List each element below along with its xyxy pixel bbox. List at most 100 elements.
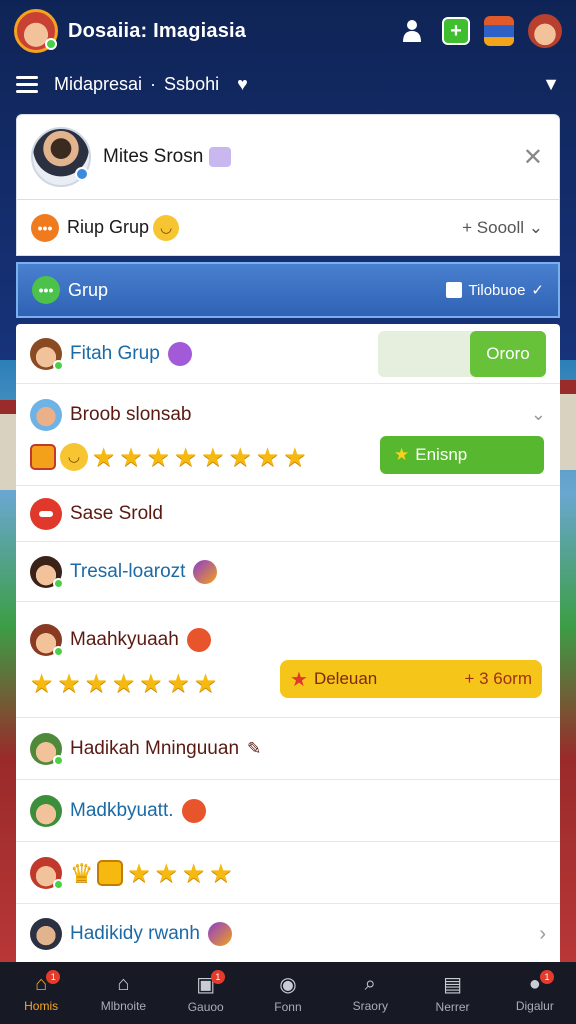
chest-icon xyxy=(30,443,56,470)
breadcrumb-separator: · xyxy=(150,73,157,94)
verified-icon xyxy=(75,167,89,181)
star-icon: ★ xyxy=(84,667,108,698)
person-icon[interactable] xyxy=(396,15,428,47)
dropdown-triangle-icon[interactable]: ▼ xyxy=(542,74,560,95)
face-avatar-icon[interactable] xyxy=(528,14,562,48)
chevron-down-icon[interactable]: ⌄ xyxy=(531,404,546,425)
avatar xyxy=(30,732,64,766)
list-item-name-text: Hadikidy rwanh xyxy=(70,923,200,944)
star-icon: ★ xyxy=(111,667,136,698)
add-icon[interactable]: + xyxy=(442,17,470,45)
avatar xyxy=(30,497,62,530)
list-item[interactable]: ♛ ★ ★ ★ ★ xyxy=(16,842,560,904)
group-row-label: Riup Grup ◡ xyxy=(67,214,462,241)
online-dot xyxy=(53,359,64,371)
star-icon: ★ xyxy=(228,441,252,472)
star-icon: ★ xyxy=(146,441,170,472)
group-bar-action[interactable]: Tilobuoe ✓ xyxy=(446,281,544,299)
group-row-action[interactable]: + Soooll ⌄ xyxy=(462,218,543,238)
enter-button-label: Enisnp xyxy=(415,445,468,464)
tab-mlbnoite[interactable]: ⌂ Mlbnoite xyxy=(82,962,164,1024)
enter-button[interactable]: ★ Enisnp xyxy=(380,436,544,474)
list-item[interactable]: Broob slonsab ⌄ ◡ ★ ★ ★ ★ ★ ★ ★ ★ ★ Enis… xyxy=(16,384,560,486)
tab-label: Sraory xyxy=(352,999,388,1013)
edit-icon xyxy=(446,282,463,298)
more-green-icon: ••• xyxy=(32,276,60,304)
star-outline-icon: ★ xyxy=(290,668,308,691)
profile-name-text: Mites Srosn xyxy=(103,146,204,167)
chevron-right-icon[interactable]: › xyxy=(539,923,546,946)
star-icon: ★ xyxy=(173,441,198,472)
menu-icon[interactable] xyxy=(16,75,38,93)
avatar xyxy=(30,337,64,371)
tab-box[interactable]: ▤ Nerrer xyxy=(411,962,493,1024)
tab-label: Nerrer xyxy=(435,1000,470,1014)
delete-button-value: + 3 6orm xyxy=(464,669,532,688)
tab-game[interactable]: ▣ Gauoo 1 xyxy=(165,962,247,1024)
profile-name: Mites Srosn xyxy=(103,146,523,168)
list-item[interactable]: Tresal-loarozt xyxy=(16,542,560,602)
group-row[interactable]: ••• Riup Grup ◡ + Soooll ⌄ xyxy=(16,200,560,256)
list-item-name: Hadikah Mninguuan ✎ xyxy=(70,738,546,760)
sword-badge-icon xyxy=(207,922,232,946)
star-icon: ★ xyxy=(139,667,163,698)
list-item[interactable]: Fitah Grup Ororo xyxy=(16,324,560,384)
group-bar-label: Grup xyxy=(68,279,109,300)
star-icon: ★ xyxy=(57,667,81,698)
tab-home[interactable]: ⌂ Homis 1 xyxy=(0,962,82,1024)
tab-camera[interactable]: ◉ Fonn xyxy=(247,962,329,1024)
list-item-name-text: Maahkyuaah xyxy=(70,628,179,650)
star-icon: ★ xyxy=(127,857,151,888)
profile-card[interactable]: Mites Srosn ✕ xyxy=(16,114,560,200)
nav-bar: Midapresai · Ssbohi ♥ ▼ xyxy=(0,62,576,106)
list-item[interactable]: Hadikidy rwanh › xyxy=(16,904,560,964)
tab-label: Digalur xyxy=(515,999,554,1013)
list-item-name: Hadikidy rwanh xyxy=(70,922,539,946)
tab-label: Homis xyxy=(24,999,59,1013)
tab-label: Mlbnoite xyxy=(100,999,147,1013)
star-rating: ♛ ★ ★ ★ ★ xyxy=(70,857,233,888)
avatar[interactable] xyxy=(14,9,58,53)
list-item-name: Fitah Grup xyxy=(70,341,378,366)
list-item-name: Broob slonsab xyxy=(70,403,192,425)
online-dot xyxy=(53,878,64,890)
shield-badge-icon xyxy=(186,627,211,652)
list-item[interactable]: Hadikah Mninguuan ✎ xyxy=(16,718,560,780)
close-icon[interactable]: ✕ xyxy=(523,143,543,172)
list-item-name-text: Tresal-loarozt xyxy=(70,560,186,582)
box-icon: ▤ xyxy=(443,974,462,996)
purple-badge-icon xyxy=(167,341,192,366)
avatar xyxy=(30,794,62,827)
group-bar-action-text: Tilobuoe xyxy=(468,281,526,299)
toggle-switch[interactable]: Ororo xyxy=(378,330,546,377)
star-rating: ◡ ★ ★ ★ ★ ★ ★ ★ ★ xyxy=(30,441,307,472)
top-bar: Dosaiia: Imagiasia + xyxy=(0,0,576,62)
pen-icon: ✎ xyxy=(247,738,262,758)
star-icon: ★ xyxy=(201,441,225,472)
list-item[interactable]: Madkbyuatt. xyxy=(16,780,560,842)
tab-search[interactable]: ⌕ Sraory xyxy=(329,962,411,1024)
robot-avatar-icon[interactable] xyxy=(484,16,514,46)
heart-icon[interactable]: ♥ xyxy=(237,74,248,95)
avatar xyxy=(30,856,64,890)
profile-photo xyxy=(31,127,91,187)
bottom-nav: ⌂ Homis 1 ⌂ Mlbnoite ▣ Gauoo 1 ◉ Fonn ⌕ … xyxy=(0,962,576,1024)
delete-button[interactable]: ★ Deleuan + 3 6orm xyxy=(280,660,542,698)
online-dot xyxy=(53,645,64,657)
online-dot xyxy=(53,577,64,589)
list-item[interactable]: Maahkyuaah ★ ★ ★ ★ ★ ★ ★ ★ Deleuan + 3 6… xyxy=(16,602,560,718)
delete-button-label: Deleuan xyxy=(313,669,378,688)
toggle-knob: Ororo xyxy=(470,330,546,377)
group-bar[interactable]: ••• Grup Tilobuoe ✓ xyxy=(16,262,560,318)
breadcrumb-item-2[interactable]: Ssbohi xyxy=(164,74,219,95)
breadcrumb-item-1[interactable]: Midapresai xyxy=(54,74,142,95)
star-icon: ★ xyxy=(119,441,143,472)
camera-icon: ◉ xyxy=(279,974,297,996)
list-item[interactable]: Sase Srold xyxy=(16,486,560,542)
shield-badge-icon xyxy=(181,798,206,823)
star-icon: ★ xyxy=(166,667,190,698)
tab-user[interactable]: ● Digalur 1 xyxy=(494,962,576,1024)
tab-label: Gauoo xyxy=(187,1000,224,1014)
list-item-name-text: Fitah Grup xyxy=(70,342,160,364)
star-icon: ★ xyxy=(209,857,233,888)
